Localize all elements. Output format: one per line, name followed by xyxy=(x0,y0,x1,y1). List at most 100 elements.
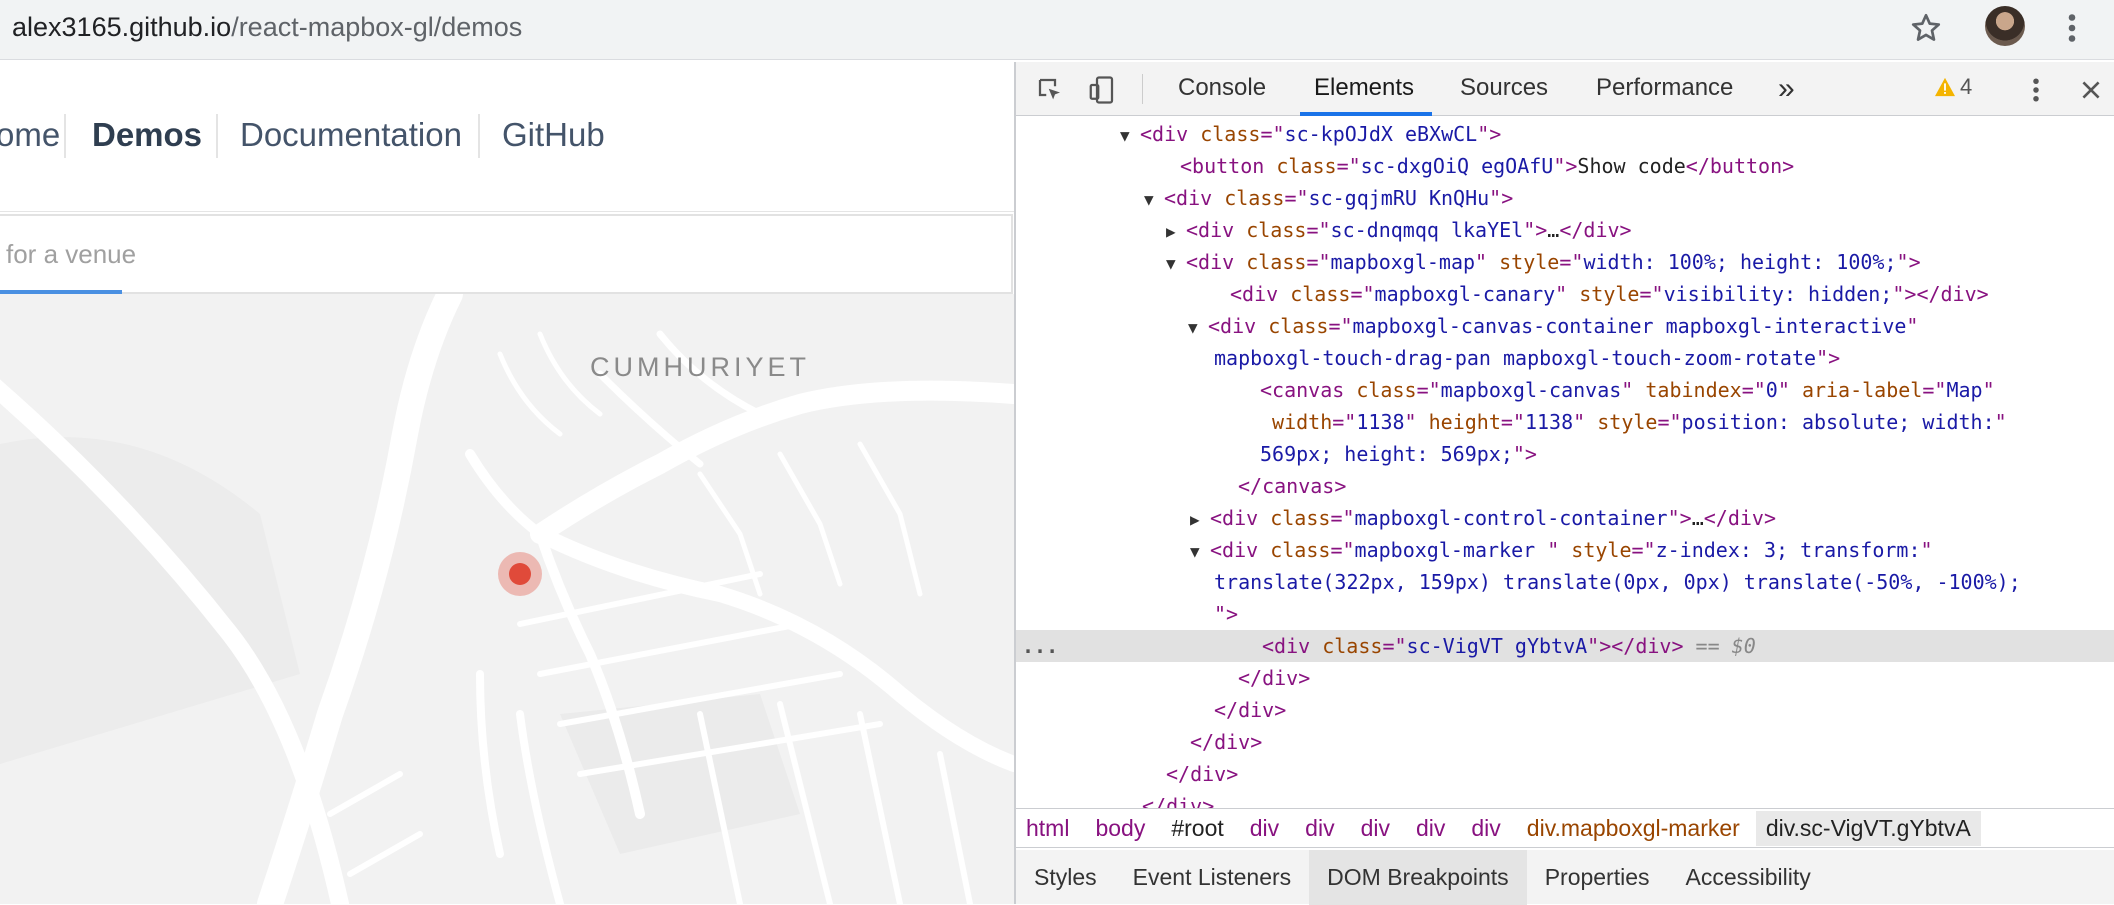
attr-value: 1138 xyxy=(1524,410,1574,434)
dom-node-line[interactable]: ▼ <div class="mapboxgl-canvas-container m… xyxy=(1016,310,2114,342)
attr-value: 1138 xyxy=(1356,410,1405,434)
tag-name: <div xyxy=(1210,538,1259,562)
collapse-triangle-icon[interactable]: ▼ xyxy=(1190,536,1210,568)
dom-node-line[interactable]: ▶ <div class="sc-dnqmqq lkaYEl">…</div> xyxy=(1016,214,2114,246)
breadcrumb-item[interactable]: div xyxy=(1250,815,1279,842)
dom-node-line[interactable]: ▶ <div class="mapboxgl-control-container"… xyxy=(1016,502,2114,534)
tag-name: <div xyxy=(1186,218,1235,242)
nav-github-link[interactable]: GitHub xyxy=(502,116,605,154)
device-toolbar-icon[interactable] xyxy=(1086,75,1118,105)
dom-node-line[interactable]: width="1138" height="1138" style="positi… xyxy=(1016,406,2114,438)
attr-name: class xyxy=(1276,154,1337,178)
dom-node-line[interactable]: ... <div class="sc-VigVT gYbtvA"></div> =… xyxy=(1016,630,2114,662)
warnings-counter[interactable]: 4 xyxy=(1934,74,1972,100)
breadcrumb-item[interactable]: div xyxy=(1416,815,1445,842)
attr-value: 0 xyxy=(1765,378,1778,402)
breadcrumb-item[interactable]: html xyxy=(1026,815,1069,842)
tag-name: <div xyxy=(1230,282,1279,306)
elements-subtabs: Styles Event Listeners DOM Breakpoints Prop… xyxy=(1016,849,2114,905)
attr-name: width xyxy=(1272,410,1333,434)
dom-node-line[interactable]: ▼ <div class="sc-gqjmRU KnQHu"> xyxy=(1016,182,2114,214)
subtab-event-listeners[interactable]: Event Listeners xyxy=(1115,850,1310,905)
closing-tag: </div> xyxy=(1142,794,1215,808)
breadcrumb-item[interactable]: div xyxy=(1305,815,1334,842)
dom-node-line[interactable]: </div> xyxy=(1016,726,2114,758)
inspect-element-icon[interactable] xyxy=(1034,75,1066,105)
dom-node-line[interactable]: </canvas> xyxy=(1016,470,2114,502)
subtab-properties[interactable]: Properties xyxy=(1527,850,1668,905)
attr-value: position: absolute; width: xyxy=(1681,410,1995,434)
close-devtools-icon[interactable] xyxy=(2078,75,2104,105)
nav-home-link[interactable]: ome xyxy=(0,116,60,154)
attr-value: sc-dnqmqq lkaYEl xyxy=(1330,218,1524,242)
subtab-styles[interactable]: Styles xyxy=(1016,850,1115,905)
collapse-triangle-icon[interactable]: ▼ xyxy=(1120,120,1140,152)
dom-node-line[interactable]: ▼ <div class="mapboxgl-marker " style="z-… xyxy=(1016,534,2114,566)
dom-node-line[interactable]: </div> xyxy=(1016,790,2114,808)
subtab-dom-breakpoints[interactable]: DOM Breakpoints xyxy=(1309,849,1527,905)
map-canvas[interactable]: CUMHURIYET xyxy=(0,294,1014,904)
breadcrumb-item[interactable]: body xyxy=(1095,815,1145,842)
tab-performance[interactable]: Performance xyxy=(1596,74,1733,102)
dom-node-line[interactable]: <div class="mapboxgl-canary" style="visi… xyxy=(1016,278,2114,310)
attr-value: mapboxgl-map xyxy=(1330,250,1476,274)
devtools-menu-icon[interactable] xyxy=(2026,75,2046,105)
dom-node-line[interactable]: translate(322px, 159px) translate(0px, 0… xyxy=(1016,566,2114,598)
nav-demos-link[interactable]: Demos xyxy=(92,116,202,154)
expand-triangle-icon[interactable]: ▶ xyxy=(1190,504,1210,536)
dom-node-line[interactable]: ▼ <div class="mapboxgl-map" style="width:… xyxy=(1016,246,2114,278)
bookmark-star-icon[interactable] xyxy=(1908,10,1944,46)
dom-node-line[interactable]: </div> xyxy=(1016,662,2114,694)
closing-tag: </canvas> xyxy=(1238,474,1347,498)
tab-console[interactable]: Console xyxy=(1178,74,1266,102)
dom-node-line[interactable]: </div> xyxy=(1016,758,2114,790)
attr-value: mapboxgl-touch-drag-pan mapboxgl-touch-z… xyxy=(1214,346,1817,370)
breadcrumb-item[interactable]: div xyxy=(1471,815,1500,842)
dom-node-line[interactable]: <canvas class="mapboxgl-canvas" tabindex… xyxy=(1016,374,2114,406)
breadcrumb-item[interactable]: #root xyxy=(1171,815,1223,842)
browser-toolbar: alex3165.github.io/react-mapbox-gl/demos xyxy=(0,0,2114,60)
profile-avatar[interactable] xyxy=(1985,6,2025,46)
attr-name: class xyxy=(1200,122,1261,146)
breadcrumb-item[interactable]: div.sc-VigVT.gYbtvA xyxy=(1755,810,1981,846)
dom-node-line[interactable]: "> xyxy=(1016,598,2114,630)
map-marker[interactable] xyxy=(498,552,542,596)
collapse-triangle-icon[interactable]: ▼ xyxy=(1188,312,1208,344)
attr-name: class xyxy=(1322,634,1383,658)
elements-dom-tree[interactable]: ▼ <div class="sc-kpOJdX eBXwCL"> <button c… xyxy=(1016,118,2114,808)
attr-value: sc-dxgOiQ egOAfU xyxy=(1360,154,1554,178)
breadcrumb-item[interactable]: div xyxy=(1361,815,1390,842)
node-actions-ellipsis[interactable]: ... xyxy=(1022,630,1058,662)
dom-node-line[interactable]: mapboxgl-touch-drag-pan mapboxgl-touch-z… xyxy=(1016,342,2114,374)
attr-value: z-index: 3; transform: xyxy=(1655,538,1921,562)
collapse-triangle-icon[interactable]: ▼ xyxy=(1166,248,1186,280)
more-tabs-chevron-icon[interactable]: » xyxy=(1778,72,1795,106)
devtools-tabbar: Console Elements Sources Performance » 4 xyxy=(1016,62,2114,116)
expand-triangle-icon[interactable]: ▶ xyxy=(1166,216,1186,248)
dom-node-line[interactable]: ▼ <div class="sc-kpOJdX eBXwCL"> xyxy=(1016,118,2114,150)
dom-node-line[interactable]: 569px; height: 569px;"> xyxy=(1016,438,2114,470)
attr-value: mapboxgl-marker xyxy=(1354,538,1548,562)
nav-divider xyxy=(478,114,480,158)
tag-name: <div xyxy=(1210,506,1259,530)
attr-value: mapboxgl-control-container xyxy=(1354,506,1668,530)
address-bar[interactable]: alex3165.github.io/react-mapbox-gl/demos xyxy=(0,2,1950,52)
attr-name: class xyxy=(1356,378,1417,402)
tab-sources[interactable]: Sources xyxy=(1460,74,1548,102)
breadcrumb-item[interactable]: div.mapboxgl-marker xyxy=(1527,815,1740,842)
collapse-triangle-icon[interactable]: ▼ xyxy=(1144,184,1164,216)
venue-search-input[interactable] xyxy=(0,216,1011,292)
closing-tag: </div> xyxy=(1214,698,1287,722)
dom-node-line[interactable]: <button class="sc-dxgOiQ egOAfU">Show co… xyxy=(1016,150,2114,182)
closing-tag: </div> xyxy=(1190,730,1263,754)
attr-name: class xyxy=(1246,250,1307,274)
attr-name: aria-label xyxy=(1801,378,1923,402)
subtab-accessibility[interactable]: Accessibility xyxy=(1668,850,1829,905)
dom-node-line[interactable]: </div> xyxy=(1016,694,2114,726)
browser-menu-icon[interactable] xyxy=(2060,10,2084,46)
nav-documentation-link[interactable]: Documentation xyxy=(240,116,462,154)
tag-name: <div xyxy=(1186,250,1235,274)
attr-value: mapboxgl-canvas-container mapboxgl-inter… xyxy=(1352,314,1907,338)
tab-elements[interactable]: Elements xyxy=(1314,74,1414,102)
nav-divider xyxy=(64,114,66,158)
